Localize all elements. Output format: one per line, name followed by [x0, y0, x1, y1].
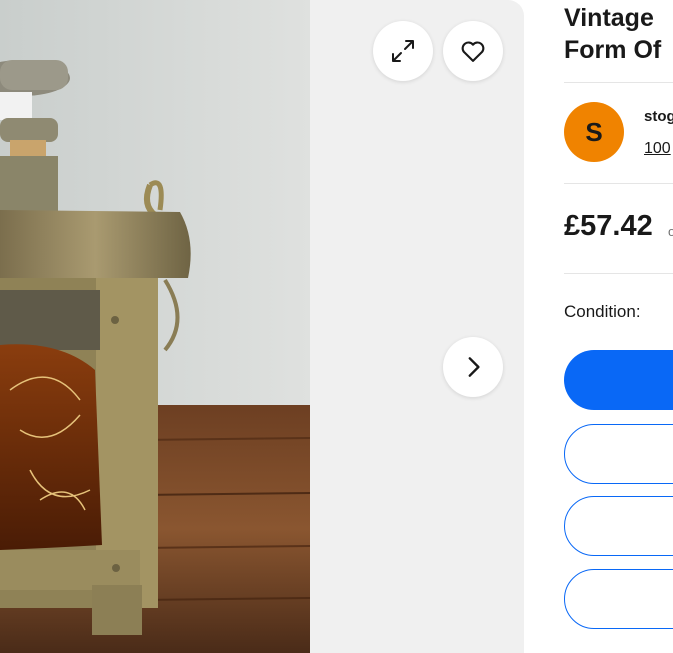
heart-icon	[461, 41, 485, 62]
divider	[564, 273, 673, 274]
expand-button[interactable]	[373, 21, 433, 81]
item-price: £57.42	[564, 210, 653, 242]
expand-icon	[392, 40, 414, 62]
add-to-watchlist-button[interactable]	[443, 21, 503, 81]
seller-avatar[interactable]: S	[564, 102, 624, 162]
next-image-button[interactable]	[443, 337, 503, 397]
make-offer-button[interactable]	[564, 496, 673, 556]
listing-title: Vintage Form Of	[564, 2, 673, 66]
listing-details-panel: Vintage Form Of S stog 100 £57.42 o Cond…	[564, 0, 673, 653]
lantern-decanter-image	[0, 0, 310, 653]
image-gallery	[0, 0, 524, 653]
product-photo[interactable]	[0, 0, 310, 653]
divider	[564, 183, 673, 184]
seller-avatar-initial: S	[585, 116, 603, 147]
buy-it-now-button[interactable]	[564, 350, 673, 410]
divider	[564, 82, 673, 83]
chevron-right-icon	[468, 357, 480, 377]
price-suffix: o	[668, 224, 673, 239]
seller-feedback-link[interactable]: 100	[644, 140, 671, 158]
listing-title-line2: Form Of	[564, 36, 662, 64]
listing-title-line1: Vintage	[564, 4, 654, 32]
condition-label: Condition:	[564, 302, 641, 321]
add-to-basket-button[interactable]	[564, 424, 673, 484]
seller-name-link[interactable]: stog	[644, 108, 673, 125]
add-to-watchlist-secondary-button[interactable]	[564, 569, 673, 629]
